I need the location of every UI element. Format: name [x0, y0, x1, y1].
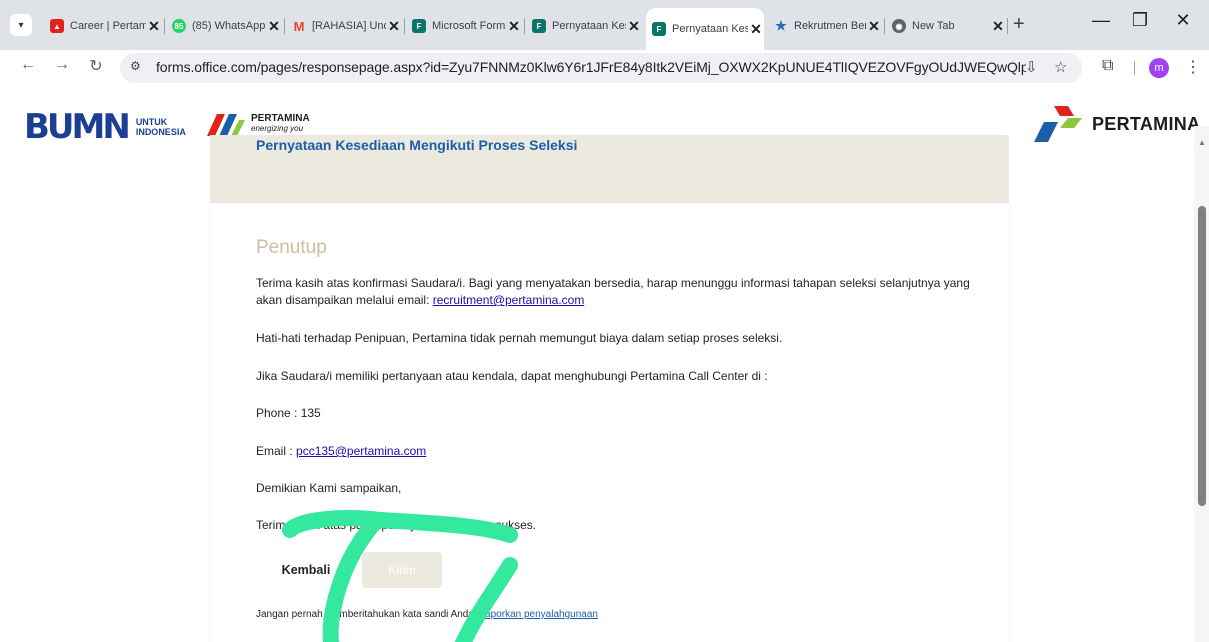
menu-kebab-icon[interactable]: ⋮: [1185, 57, 1201, 77]
site-settings-icon[interactable]: ⚙: [130, 59, 141, 73]
window-close-icon[interactable]: ✕: [1168, 10, 1198, 31]
recruitment-email-link[interactable]: recruitment@pertamina.com: [433, 293, 585, 307]
pcc-email-link[interactable]: pcc135@pertamina.com: [296, 444, 426, 458]
close-tab-icon[interactable]: ✕: [866, 18, 882, 35]
scroll-up-arrow-icon[interactable]: ▲: [1198, 138, 1206, 147]
extensions-icon[interactable]: ⧉: [1102, 57, 1113, 75]
bumn-logo: BUMN UNTUK INDONESIA: [24, 110, 186, 144]
minimize-icon[interactable]: —: [1086, 10, 1116, 31]
report-abuse-link[interactable]: Laporkan penyalahgunaan: [480, 609, 598, 620]
tab-search-chevron-icon[interactable]: ▾: [10, 14, 32, 36]
tab-whatsapp[interactable]: 85 (85) WhatsApp ✕: [166, 12, 282, 40]
section-title: Penutup: [256, 237, 327, 258]
forms-icon: F: [532, 19, 546, 33]
pertamina-icon: ▲: [50, 19, 64, 33]
close-tab-icon[interactable]: ✕: [626, 18, 642, 35]
tab-separator: [164, 18, 165, 34]
tab-new-tab[interactable]: ◉ New Tab ✕: [886, 12, 1006, 40]
forward-arrow-icon[interactable]: →: [50, 56, 74, 74]
password-warning: Jangan pernah memberitahukan kata sandi …: [256, 609, 598, 620]
page-content: BUMN UNTUK INDONESIA PERTAMINA energizin…: [0, 86, 1209, 642]
call-center-text: Jika Saudara/i memiliki pertanyaan atau …: [256, 369, 768, 383]
tab-microsoft-forms[interactable]: F Microsoft Forms ✕: [406, 12, 522, 40]
close-tab-icon[interactable]: ✕: [506, 18, 522, 35]
close-tab-icon[interactable]: ✕: [386, 18, 402, 35]
install-app-icon[interactable]: ⇩: [1025, 58, 1038, 76]
close-tab-icon[interactable]: ✕: [990, 18, 1006, 35]
submit-button[interactable]: Kirim: [362, 552, 442, 588]
bumn-tagline: UNTUK INDONESIA: [135, 117, 186, 137]
pertamina-anniversary-logo: PERTAMINA energizing you: [205, 108, 310, 138]
tab-rekrutmen[interactable]: ★ Rekrutmen Bersama ✕: [768, 12, 882, 40]
pertamina-mark-icon: [1034, 106, 1082, 142]
tab-separator: [404, 18, 405, 34]
forms-icon: F: [652, 22, 666, 36]
close-tab-icon[interactable]: ✕: [146, 18, 162, 35]
rekrutmen-icon: ★: [775, 18, 787, 33]
form-title: Pernyataan Kesediaan Mengikuti Proses Se…: [256, 137, 578, 153]
bumn-mark: BUMN: [24, 107, 131, 147]
pertamina-67-mark-icon: [207, 114, 245, 136]
close-tab-icon[interactable]: ✕: [748, 21, 764, 38]
close-tab-icon[interactable]: ✕: [266, 18, 282, 35]
whatsapp-icon: 85: [172, 19, 186, 33]
scrollbar-thumb[interactable]: [1198, 206, 1206, 506]
forms-icon: F: [412, 19, 426, 33]
url-text[interactable]: forms.office.com/pages/responsepage.aspx…: [156, 59, 1026, 75]
tab-career-pertamina[interactable]: ▲ Career | Pertamina ✕: [44, 12, 162, 40]
closing-text: Demikian Kami sampaikan,: [256, 481, 402, 495]
email-line: Email : pcc135@pertamina.com: [256, 444, 427, 458]
tab-gmail-rahasia[interactable]: M [RAHASIA] Undangan ✕: [286, 12, 402, 40]
chrome-icon: ◉: [892, 19, 906, 33]
pertamina-tagline: energizing you: [251, 124, 304, 133]
pertamina-wordmark: PERTAMINA: [1092, 113, 1201, 134]
tab-pernyataan-1[interactable]: F Pernyataan Kesediaan ✕: [526, 12, 642, 40]
pertamina-small-name: PERTAMINA: [251, 113, 310, 124]
form-card: Penutup Terima kasih atas konfirmasi Sau…: [210, 203, 1009, 642]
tab-separator: [884, 18, 885, 34]
phone-text: Phone : 135: [256, 406, 321, 420]
address-bar[interactable]: ⚙ forms.office.com/pages/responsepage.as…: [120, 53, 1082, 83]
restore-icon[interactable]: ❐: [1125, 10, 1155, 31]
gmail-icon: M: [293, 18, 305, 34]
toolbar-separator: [1134, 61, 1135, 75]
new-tab-plus-icon[interactable]: +: [1013, 13, 1025, 36]
reload-icon[interactable]: ↻: [84, 56, 108, 76]
browser-toolbar: ← → ↻ ⚙ forms.office.com/pages/responsep…: [0, 50, 1209, 86]
tab-pernyataan-active[interactable]: F Pernyataan Kesediaan ✕: [646, 8, 764, 50]
tab-separator: [524, 18, 525, 34]
tab-strip: ▾ ▲ Career | Pertamina ✕ 85 (85) WhatsAp…: [0, 0, 1209, 50]
confirmation-paragraph: Terima kasih atas konfirmasi Saudara/i. …: [256, 276, 970, 307]
tab-separator: [284, 18, 285, 34]
form-header: Pernyataan Kesediaan Mengikuti Proses Se…: [210, 135, 1009, 203]
back-button[interactable]: Kembali: [256, 552, 356, 588]
pertamina-logo: PERTAMINA: [1032, 106, 1200, 142]
thanks-text: Terimakasih atas partisipasinya dan semo…: [256, 518, 537, 532]
bookmark-star-icon[interactable]: ☆: [1054, 58, 1067, 76]
back-arrow-icon[interactable]: ←: [16, 56, 40, 74]
profile-avatar[interactable]: m: [1149, 58, 1169, 78]
fraud-warning-text: Hati-hati terhadap Penipuan, Pertamina t…: [256, 331, 783, 345]
tab-separator: [1007, 18, 1008, 34]
